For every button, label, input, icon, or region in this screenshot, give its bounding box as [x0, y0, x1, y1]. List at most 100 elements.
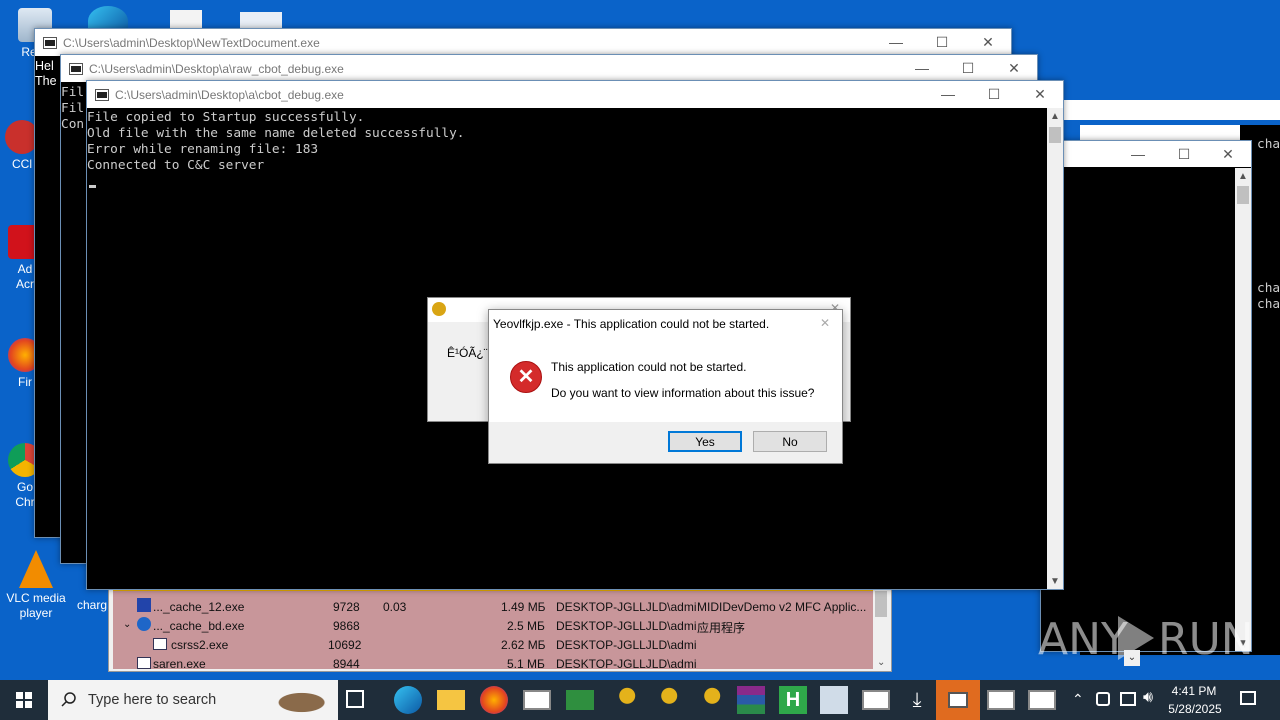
process-name: saren.exe [153, 657, 206, 669]
desktop-icon-vlc[interactable]: VLC media player [6, 550, 66, 621]
right-console-window[interactable]: — ☐ ✕ ▲ ▼ [1040, 140, 1252, 652]
maximize-button[interactable]: ☐ [1161, 141, 1207, 168]
console-icon [43, 37, 57, 49]
desktop-icon-charg-label[interactable]: charg [77, 598, 107, 612]
process-pid: 10692 [328, 638, 362, 652]
partial-text: The [35, 74, 57, 88]
search-box[interactable]: Type here to search [48, 680, 338, 720]
volume-icon[interactable]: 🔊︎ [1143, 689, 1153, 707]
scroll-thumb[interactable] [1237, 186, 1249, 204]
desktop-icon-label: VLC media [6, 591, 66, 605]
error-dialog[interactable]: Yeovlfkjp.exe - This application could n… [488, 309, 843, 464]
h-app-icon[interactable]: H [779, 686, 807, 714]
scroll-down-icon[interactable]: ▼ [1050, 576, 1060, 587]
table-row[interactable]: ..._cache_12.exe 9728 0.03 1.49 МБ DESKT… [113, 597, 866, 616]
console-line: File copied to Startup successfully. [87, 110, 365, 125]
key-icon[interactable] [651, 686, 679, 714]
process-user: DESKTOP-JGLLJLD\admi [556, 657, 697, 669]
console-app-icon[interactable] [1028, 690, 1056, 710]
key-icon [432, 302, 446, 316]
close-button[interactable]: ✕ [1017, 81, 1063, 108]
console-line: Fil [61, 101, 85, 116]
no-button[interactable]: No [753, 431, 827, 452]
minimize-button[interactable]: — [899, 55, 945, 82]
yes-button[interactable]: Yes [668, 431, 742, 452]
console-line: Connected to C&C server [87, 158, 265, 173]
table-row[interactable]: csrss2.exe 10692 2.62 МБ DESKTOP-JGLLJLD… [113, 635, 855, 654]
minimize-button[interactable]: — [873, 29, 919, 56]
key-icon[interactable] [694, 686, 722, 714]
start-button[interactable] [0, 680, 48, 720]
key-icon[interactable] [609, 686, 637, 714]
console-app-icon [948, 692, 968, 708]
minimize-button[interactable]: — [1115, 141, 1161, 168]
security-icon[interactable] [1096, 692, 1110, 706]
task-manager-window[interactable]: ..._cache_12.exe 9728 0.03 1.49 МБ DESKT… [108, 578, 892, 672]
windows-icon [16, 692, 32, 708]
console-app-icon[interactable] [862, 690, 890, 710]
close-button[interactable]: ✕ [965, 29, 1011, 56]
chevron-up-icon[interactable]: ⌃ [1072, 691, 1084, 708]
process-list[interactable]: ..._cache_12.exe 9728 0.03 1.49 МБ DESKT… [113, 579, 873, 669]
process-description: MIDIDevDemo v2 MFC Applic... [697, 600, 867, 614]
scroll-thumb[interactable] [875, 591, 887, 617]
process-description: 应用程序 [697, 621, 746, 635]
clock-time[interactable]: 4:41 PM [1164, 684, 1224, 698]
scroll-up-icon[interactable]: ▲ [1050, 111, 1060, 122]
text-cursor [89, 185, 96, 188]
console-app-icon[interactable] [523, 690, 551, 710]
scroll-down-icon[interactable]: ⌄ [877, 657, 885, 668]
clock-date[interactable]: 5/28/2025 [1160, 702, 1230, 716]
monitor-app-icon[interactable] [566, 690, 594, 710]
console-text: cha [1257, 297, 1280, 312]
console-app-icon[interactable] [987, 690, 1015, 710]
maximize-button[interactable]: ☐ [919, 29, 965, 56]
console-icon [95, 89, 109, 101]
process-memory: 5.1 МБ [507, 657, 545, 669]
process-pid: 9728 [333, 600, 360, 614]
chevron-down-icon[interactable]: ⌄ [1124, 650, 1140, 666]
process-icon [153, 638, 167, 650]
scrollbar[interactable]: ▲ ▼ [1235, 168, 1251, 651]
dialog-title: Yeovlfkjp.exe - This application could n… [493, 317, 770, 331]
process-name: ..._cache_bd.exe [153, 619, 245, 633]
console-line: Old file with the same name deleted succ… [87, 126, 465, 141]
desktop-icon-label-2: player [19, 606, 53, 620]
scrollbar[interactable]: ▲ ▼ [1047, 108, 1063, 589]
winrar-icon[interactable] [737, 686, 765, 714]
notifications-icon[interactable] [1240, 691, 1256, 705]
maximize-button[interactable]: ☐ [945, 55, 991, 82]
table-row[interactable]: saren.exe 8944 5.1 МБ DESKTOP-JGLLJLD\ad… [113, 654, 855, 669]
minimize-button[interactable]: — [925, 81, 971, 108]
process-pid: 9868 [333, 619, 360, 633]
firefox-icon[interactable] [480, 686, 508, 714]
task-view-button[interactable] [346, 690, 364, 708]
process-user: DESKTOP-JGLLJLD\admi [556, 638, 697, 652]
download-icon[interactable]: ⤓ [903, 686, 931, 714]
close-button[interactable]: ✕ [991, 55, 1037, 82]
maximize-button[interactable]: ☐ [971, 81, 1017, 108]
close-button[interactable]: ✕ [1205, 141, 1251, 168]
file-explorer-icon[interactable] [437, 690, 465, 710]
table-row[interactable]: ⌄ ..._cache_bd.exe 9868 2.5 МБ DESKTOP-J… [113, 616, 855, 635]
console-line: Con [61, 117, 85, 132]
active-taskbar-item[interactable] [936, 680, 980, 720]
process-name: csrss2.exe [171, 638, 229, 652]
edge-icon[interactable] [394, 686, 422, 714]
network-icon[interactable] [1120, 692, 1136, 706]
watermark-text-2: RUN [1158, 614, 1254, 665]
process-icon [137, 657, 151, 669]
scroll-thumb[interactable] [1049, 127, 1061, 143]
process-pid: 8944 [333, 657, 360, 669]
scroll-up-icon[interactable]: ▲ [1238, 171, 1248, 182]
search-icon [61, 692, 76, 707]
window-title: C:\Users\admin\Desktop\a\raw_cbot_debug.… [89, 62, 344, 76]
console-line: Error while renaming file: 183 [87, 142, 319, 157]
partial-text: Hel [35, 59, 54, 73]
chevron-down-icon[interactable]: ⌄ [123, 619, 131, 630]
close-button[interactable]: ✕ [820, 316, 830, 330]
console-text: cha [1257, 137, 1280, 152]
task-manager-icon[interactable] [820, 686, 848, 714]
scrollbar[interactable]: ⌄ [873, 579, 889, 671]
process-memory: 2.62 МБ [501, 638, 546, 652]
